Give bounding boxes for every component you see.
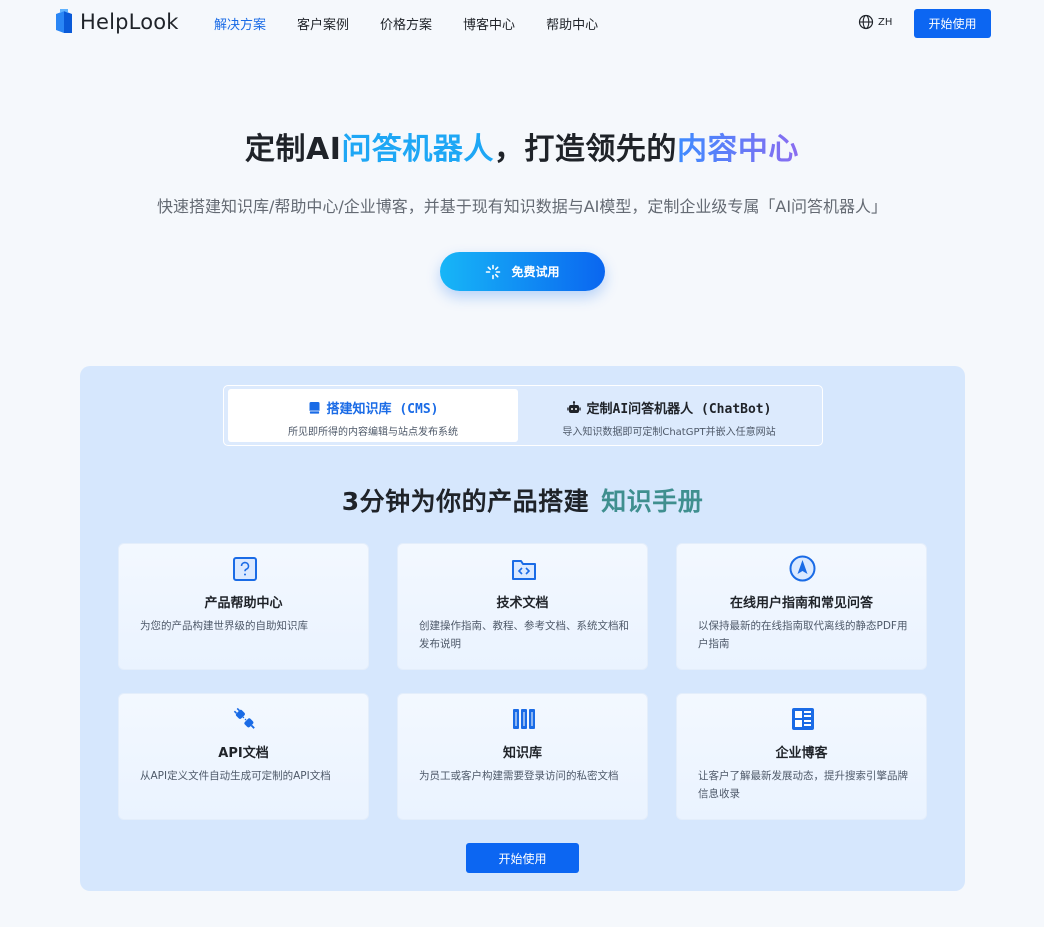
hero-title-highlight1: 问答机器人	[341, 132, 494, 167]
hero-title-part2: ，打造领先的	[493, 132, 677, 167]
nav-blog[interactable]: 博客中心	[463, 14, 515, 33]
hero-title-highlight2: 内容中心	[676, 132, 799, 167]
card-description: 创建操作指南、教程、参考文档、系统文档和发布说明	[419, 620, 629, 650]
card-description: 以保持最新的在线指南取代离线的静态PDF用户指南	[698, 620, 908, 650]
panel-start-button[interactable]: 开始使用	[466, 843, 579, 873]
main-nav: 解决方案 客户案例 价格方案 博客中心 帮助中心	[214, 14, 629, 33]
card-title: API文档	[218, 746, 269, 761]
compass-icon	[789, 555, 816, 582]
nav-help[interactable]: 帮助中心	[546, 14, 598, 33]
hero-title-part1: 定制AI	[245, 132, 342, 167]
library-icon	[512, 708, 535, 729]
hero-title: 定制AI问答机器人，打造领先的内容中心	[0, 124, 1044, 168]
card-company-blog[interactable]: 企业博客 让客户了解最新发展动态，提升搜索引擎品牌信息收录	[676, 693, 927, 820]
plug-icon	[233, 707, 255, 729]
tab-chatbot-subtitle: 导入知识数据即可定制ChatGPT并嵌入任意网站	[562, 427, 776, 438]
card-tech-docs[interactable]: 技术文档 创建操作指南、教程、参考文档、系统文档和发布说明	[397, 543, 648, 670]
card-title: 知识库	[502, 746, 542, 761]
tab-chatbot-title: 定制AI问答机器人 (ChatBot)	[586, 402, 772, 417]
nav-solutions[interactable]: 解决方案	[214, 14, 266, 33]
hero-subtitle: 快速搭建知识库/帮助中心/企业博客，并基于现有知识数据与AI模型，定制企业级专属…	[156, 197, 888, 216]
language-label: ZH	[878, 16, 893, 28]
logo-icon	[56, 9, 72, 33]
robot-icon	[566, 401, 581, 413]
card-description: 为员工或客户构建需要登录访问的私密文档	[419, 770, 619, 782]
logo[interactable]: HelpLook	[54, 7, 179, 37]
book-icon	[308, 401, 320, 414]
card-knowledge-base[interactable]: 知识库 为员工或客户构建需要登录访问的私密文档	[397, 693, 648, 820]
question-icon	[232, 556, 257, 581]
card-api-docs[interactable]: API文档 从API定义文件自动生成可定制的API文档	[118, 693, 369, 820]
card-description: 为您的产品构建世界级的自助知识库	[140, 620, 308, 632]
top-header: HelpLook 解决方案 客户案例 价格方案 博客中心 帮助中心 ZH 开始使…	[0, 0, 1044, 46]
card-title: 在线用户指南和常见问答	[729, 596, 873, 611]
tab-cms-title: 搭建知识库 (CMS)	[326, 402, 439, 417]
free-trial-button[interactable]: 免费试用	[440, 252, 605, 291]
panel-title-main: 3分钟为你的产品搭建	[341, 487, 590, 516]
nav-cases[interactable]: 客户案例	[297, 14, 349, 33]
sparkle-icon	[486, 264, 501, 279]
language-switcher[interactable]: ZH	[858, 14, 892, 30]
panel-title-highlight: 知识手册	[601, 487, 704, 516]
header-start-button[interactable]: 开始使用	[914, 9, 991, 38]
card-user-guide[interactable]: 在线用户指南和常见问答 以保持最新的在线指南取代离线的静态PDF用户指南	[676, 543, 927, 670]
product-tabs: 搭建知识库 (CMS) 所见即所得的内容编辑与站点发布系统 定制AI问答机器人 …	[223, 385, 823, 446]
nav-pricing[interactable]: 价格方案	[380, 14, 432, 33]
card-description: 从API定义文件自动生成可定制的API文档	[140, 770, 331, 782]
card-help-center[interactable]: 产品帮助中心 为您的产品构建世界级的自助知识库	[118, 543, 369, 670]
globe-icon	[858, 14, 874, 30]
free-trial-label: 免费试用	[511, 265, 560, 279]
panel-title: 3分钟为你的产品搭建 知识手册	[80, 482, 965, 518]
tab-cms[interactable]: 搭建知识库 (CMS) 所见即所得的内容编辑与站点发布系统	[228, 389, 518, 442]
card-title: 技术文档	[496, 596, 549, 611]
tab-cms-subtitle: 所见即所得的内容编辑与站点发布系统	[288, 427, 458, 438]
card-title: 产品帮助中心	[204, 596, 283, 611]
logo-text: HelpLook	[80, 10, 179, 34]
code-folder-icon	[511, 559, 536, 580]
card-description: 让客户了解最新发展动态，提升搜索引擎品牌信息收录	[698, 770, 908, 800]
feature-panel: 搭建知识库 (CMS) 所见即所得的内容编辑与站点发布系统 定制AI问答机器人 …	[80, 366, 965, 891]
blog-layout-icon	[791, 707, 814, 730]
tab-chatbot[interactable]: 定制AI问答机器人 (ChatBot) 导入知识数据即可定制ChatGPT并嵌入…	[524, 389, 814, 442]
card-title: 企业博客	[775, 746, 828, 761]
